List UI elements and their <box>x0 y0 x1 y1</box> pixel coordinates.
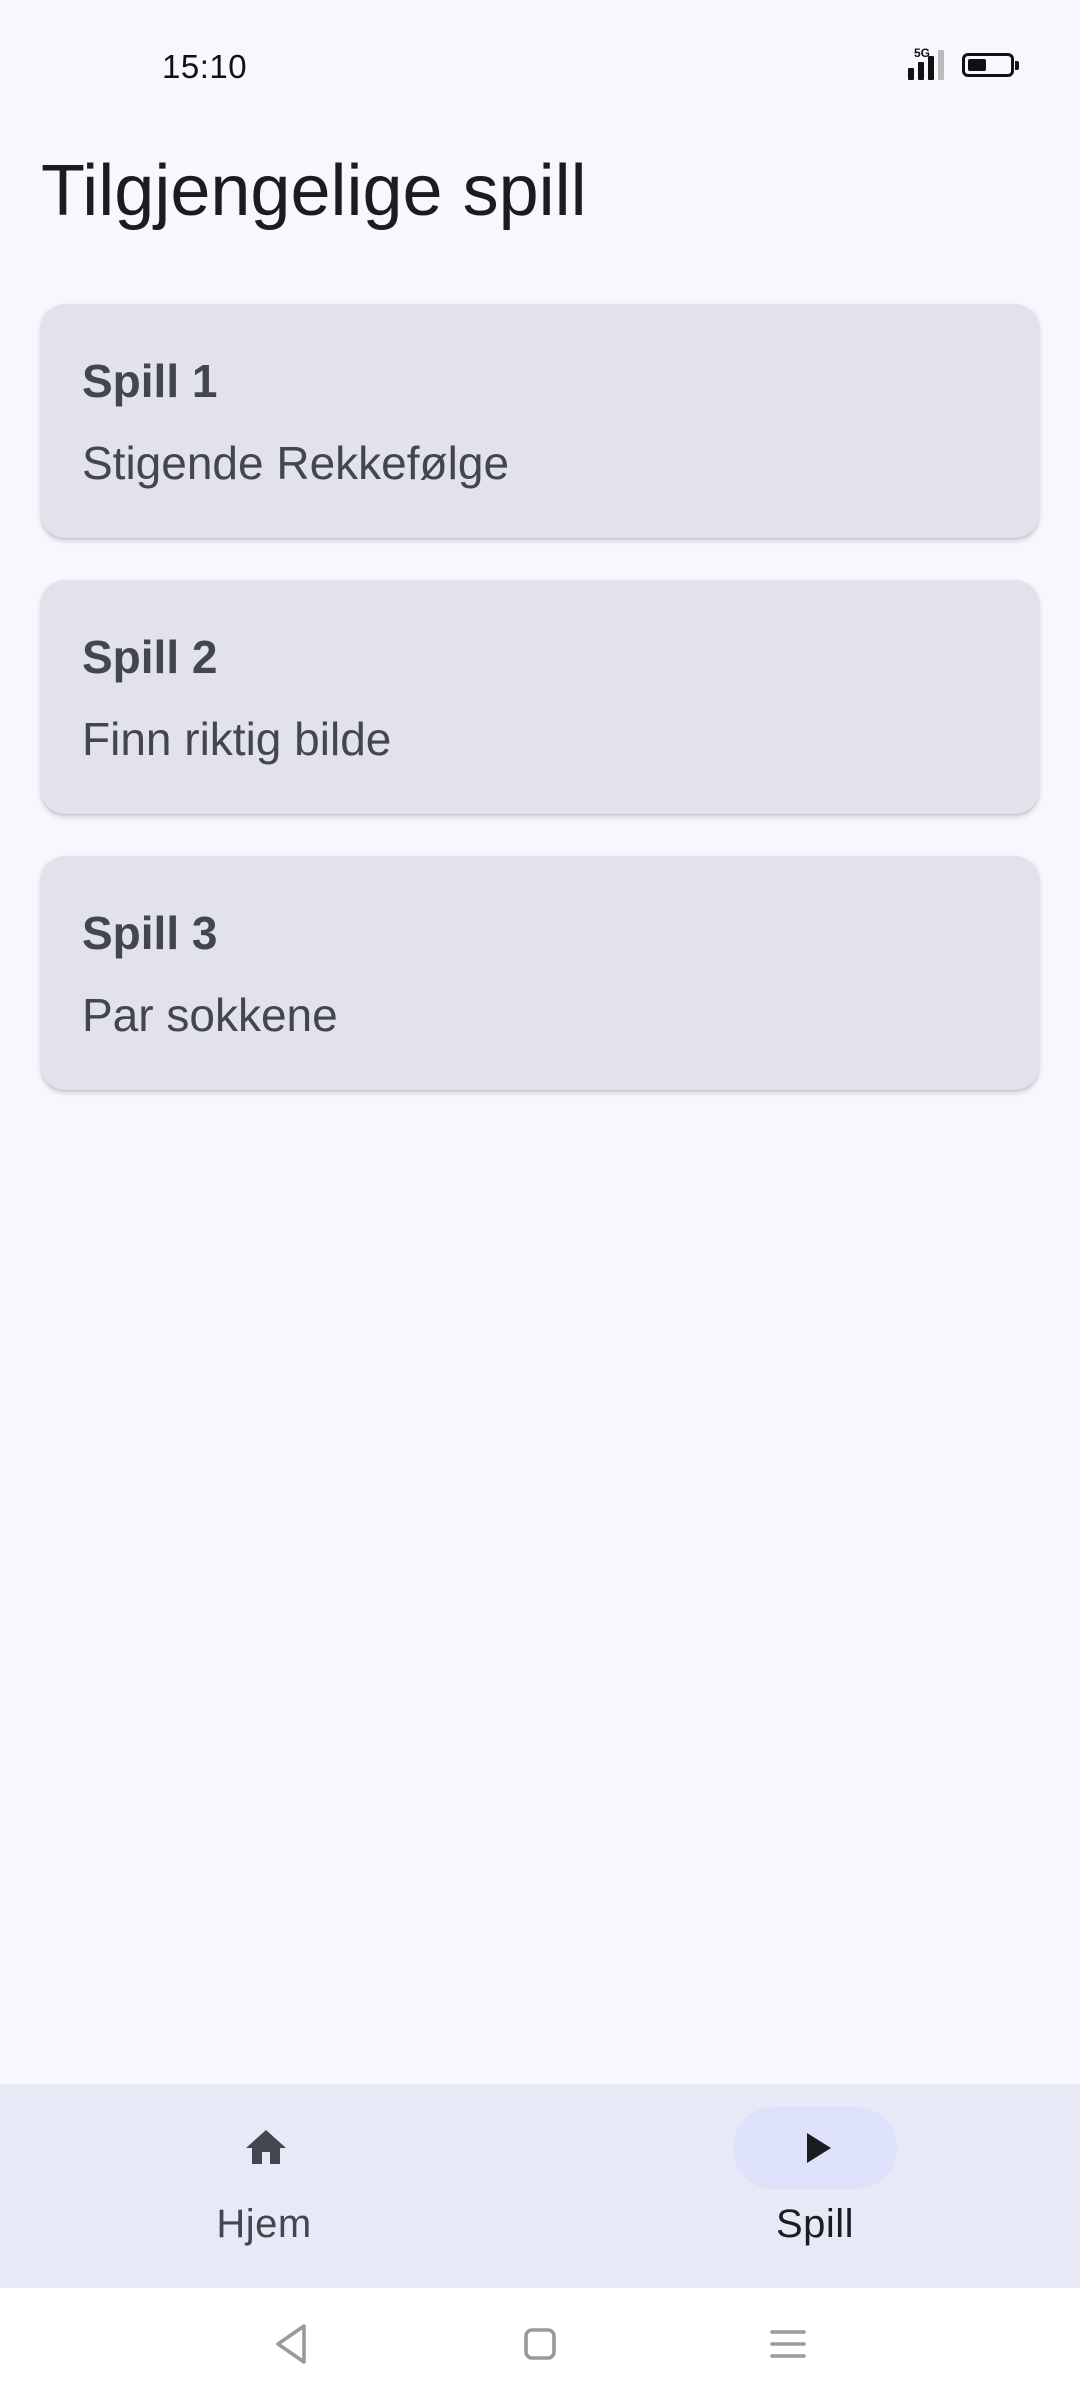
nav-label-home: Hjem <box>216 2202 312 2246</box>
game-card-2[interactable]: Spill 2 Finn riktig bilde <box>41 580 1039 814</box>
nav-label-games: Spill <box>775 2202 855 2246</box>
game-card-3[interactable]: Spill 3 Par sokkene <box>41 856 1039 1090</box>
status-time: 15:10 <box>162 48 248 85</box>
game-card-title: Spill 2 <box>82 631 218 683</box>
bottom-navigation: Hjem Spill <box>0 2084 1080 2288</box>
signal-icon: 5G <box>908 46 944 80</box>
home-square-icon[interactable] <box>512 2316 568 2372</box>
network-type-label: 5G <box>914 46 931 60</box>
nav-item-games[interactable]: Spill <box>665 2084 965 2288</box>
status-icons: 5G <box>908 46 1019 80</box>
game-card-title: Spill 1 <box>82 355 218 407</box>
nav-item-home[interactable]: Hjem <box>114 2084 414 2288</box>
status-bar: 15:10 5G <box>0 0 1080 140</box>
game-card-subtitle: Par sokkene <box>82 989 338 1041</box>
game-card-1[interactable]: Spill 1 Stigende Rekkefølge <box>41 304 1039 538</box>
system-navigation-bar <box>0 2288 1080 2400</box>
page-title: Tilgjengelige spill <box>41 151 587 231</box>
game-card-subtitle: Finn riktig bilde <box>82 713 392 765</box>
back-icon[interactable] <box>264 2316 320 2372</box>
play-icon <box>807 2133 831 2163</box>
game-card-title: Spill 3 <box>82 907 218 959</box>
menu-lines-icon[interactable] <box>760 2316 816 2372</box>
game-list: Spill 1 Stigende Rekkefølge Spill 2 Finn… <box>41 304 1039 1132</box>
home-icon <box>246 2130 286 2164</box>
battery-icon <box>962 53 1019 77</box>
game-card-subtitle: Stigende Rekkefølge <box>82 437 510 489</box>
